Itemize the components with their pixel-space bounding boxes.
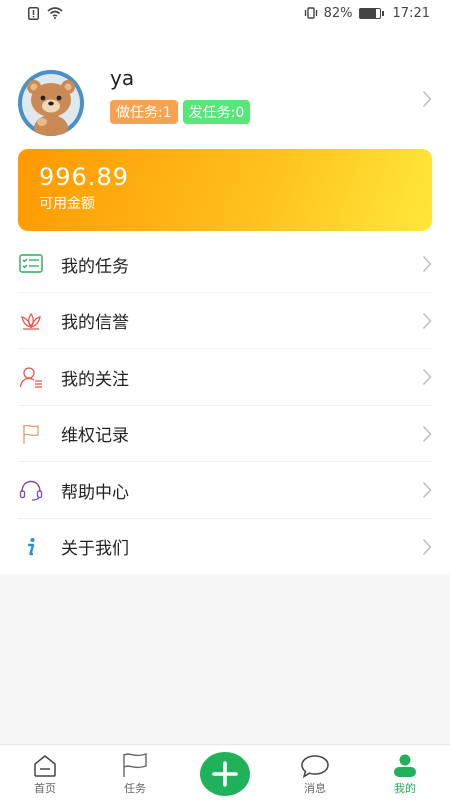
headset-icon xyxy=(19,478,43,502)
menu-item-my-reputation[interactable]: 我的信誉 xyxy=(0,293,450,349)
menu-item-rights-records[interactable]: 维权记录 xyxy=(0,406,450,462)
bear-avatar-icon xyxy=(18,70,84,136)
balance-card[interactable]: 996.89 可用金额 xyxy=(18,149,432,231)
menu-item-label: 我的关注 xyxy=(61,369,129,390)
vibrate-icon xyxy=(304,7,317,19)
menu-item-about-us[interactable]: 关于我们 xyxy=(0,519,450,576)
chevron-right-icon xyxy=(422,538,432,555)
menu-item-label: 维权记录 xyxy=(61,426,129,447)
tab-mine[interactable]: 我的 xyxy=(360,745,450,800)
chevron-right-icon xyxy=(422,482,432,499)
avatar[interactable] xyxy=(18,70,84,136)
chevron-right-icon xyxy=(422,91,432,107)
user-icon xyxy=(394,754,416,777)
home-icon xyxy=(34,755,56,777)
add-button[interactable] xyxy=(200,752,250,796)
balance-label: 可用金额 xyxy=(39,196,95,212)
tab-messages[interactable]: 消息 xyxy=(270,745,360,800)
menu-item-label: 我的任务 xyxy=(61,256,129,277)
battery-percent: 82% xyxy=(323,5,353,21)
flag-icon xyxy=(19,422,43,446)
tab-label: 任务 xyxy=(124,782,146,795)
status-left xyxy=(28,6,63,20)
chevron-right-icon xyxy=(422,256,432,273)
flag-icon xyxy=(123,753,147,777)
menu-item-label: 我的信誉 xyxy=(61,313,129,334)
menu-item-help-center[interactable]: 帮助中心 xyxy=(0,462,450,519)
tab-tasks[interactable]: 任务 xyxy=(90,745,180,800)
clock: 17:21 xyxy=(392,5,430,21)
menu-list: 我的任务 我的信誉 我的关注 维权记录 帮助中心 关于我们 xyxy=(0,236,450,575)
profile-page: ya 做任务:1 发任务:0 996.89 可用金额 我的任务 我的信誉 我的关… xyxy=(0,26,450,574)
follow-user-icon xyxy=(19,365,43,389)
lotus-icon xyxy=(19,309,43,333)
menu-item-label: 关于我们 xyxy=(61,539,129,560)
menu-item-label: 帮助中心 xyxy=(61,482,129,503)
plus-icon xyxy=(212,761,238,787)
status-bar: 82% 17:21 xyxy=(0,0,450,26)
chevron-right-icon xyxy=(422,312,432,329)
battery-fill xyxy=(359,8,376,18)
tab-add[interactable] xyxy=(180,745,270,800)
tab-label: 我的 xyxy=(394,782,416,795)
info-icon xyxy=(19,535,43,559)
post-task-badge[interactable]: 发任务:0 xyxy=(182,100,251,124)
task-list-icon xyxy=(19,252,43,276)
tab-label: 首页 xyxy=(34,782,56,795)
chat-bubble-icon xyxy=(301,755,329,778)
username: ya xyxy=(110,66,135,90)
bottom-tab-bar: 首页 任务 消息 我的 xyxy=(0,744,450,800)
tab-label: 消息 xyxy=(304,782,326,795)
do-task-badge[interactable]: 做任务:1 xyxy=(110,100,178,124)
wifi-icon xyxy=(47,7,63,19)
menu-item-my-follows[interactable]: 我的关注 xyxy=(0,349,450,406)
menu-item-my-tasks[interactable]: 我的任务 xyxy=(0,236,450,293)
chevron-right-icon xyxy=(422,369,432,386)
task-badges: 做任务:1 发任务:0 xyxy=(110,100,251,124)
notification-alert-icon xyxy=(28,6,39,20)
battery-icon xyxy=(358,7,384,19)
status-right: 82% 17:21 xyxy=(304,6,430,21)
tab-home[interactable]: 首页 xyxy=(0,745,90,800)
profile-header[interactable]: ya 做任务:1 发任务:0 xyxy=(0,66,450,146)
chevron-right-icon xyxy=(422,425,432,442)
balance-amount: 996.89 xyxy=(39,163,129,191)
